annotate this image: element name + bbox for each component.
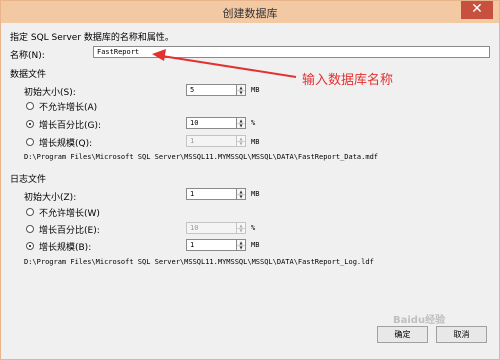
annotation-arrow: [152, 49, 297, 78]
annotation-text: 输入数据库名称: [302, 73, 394, 88]
